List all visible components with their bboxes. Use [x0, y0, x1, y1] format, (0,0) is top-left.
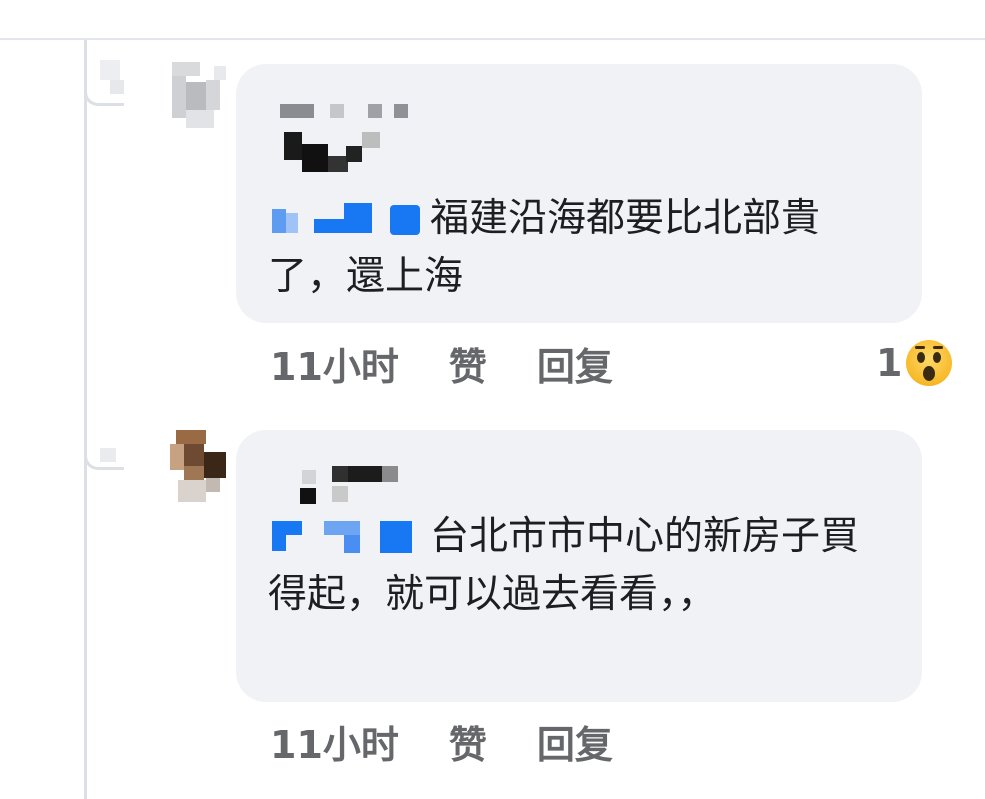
mention-redacted[interactable]: [268, 517, 426, 555]
comment-actions: 11小时 赞 回复: [270, 714, 613, 769]
mention-redacted[interactable]: [268, 199, 426, 237]
comment-actions: 11小时 赞 回复: [270, 336, 613, 391]
divider: [0, 38, 985, 40]
avatar[interactable]: [170, 430, 226, 502]
comment-text: 台北市市中心的新房子買得起，就可以過去看看，，: [268, 508, 892, 624]
like-button[interactable]: 赞: [449, 336, 487, 391]
pixel-block: [100, 448, 116, 462]
comment-timestamp[interactable]: 11小时: [270, 714, 399, 769]
comment-thread: 福建沿海都要比北部貴了，還上海 11小时 赞 回复 1 台北市市中心的新房子買得…: [0, 0, 985, 799]
comment-bubble: 福建沿海都要比北部貴了，還上海: [236, 64, 922, 323]
reaction-summary[interactable]: 1: [876, 337, 953, 389]
comment-timestamp[interactable]: 11小时: [270, 336, 399, 391]
comment-text: 福建沿海都要比北部貴了，還上海: [268, 190, 892, 306]
thread-line: [84, 40, 87, 799]
comment-bubble: 台北市市中心的新房子買得起，就可以過去看看，，: [236, 430, 922, 702]
pixel-block: [110, 80, 124, 94]
author-name-redacted[interactable]: [280, 96, 440, 176]
reaction-count: 1: [876, 341, 903, 385]
pixel-block: [100, 60, 120, 80]
avatar[interactable]: [172, 62, 228, 132]
reply-button[interactable]: 回复: [537, 336, 613, 391]
wow-emoji-icon: [906, 340, 953, 386]
reply-button[interactable]: 回复: [537, 714, 613, 769]
like-button[interactable]: 赞: [449, 714, 487, 769]
